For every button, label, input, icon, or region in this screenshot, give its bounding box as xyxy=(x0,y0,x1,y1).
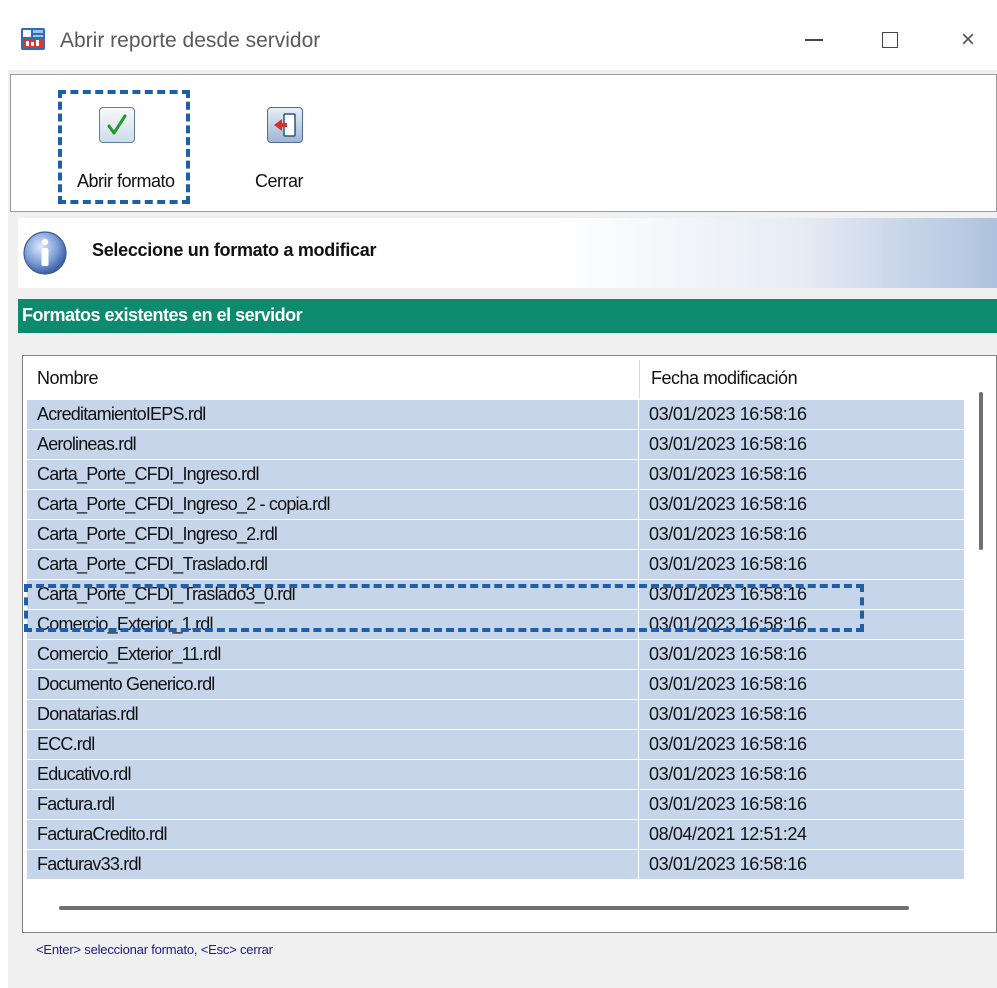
cell-divider xyxy=(638,580,639,609)
file-name: ECC.rdl xyxy=(37,734,95,754)
cell-divider xyxy=(638,790,639,819)
cell-divider xyxy=(638,850,639,879)
file-name: Documento Generico.rdl xyxy=(37,674,215,694)
close-window-button[interactable]: × xyxy=(944,22,992,58)
title-bar[interactable]: Abrir reporte desde servidor × xyxy=(8,8,997,70)
file-name: Carta_Porte_CFDI_Traslado.rdl xyxy=(37,554,268,574)
section-title: Formatos existentes en el servidor xyxy=(22,305,303,325)
table-row[interactable]: Carta_Porte_CFDI_Traslado3_0.rdl 03/01/2… xyxy=(27,580,964,609)
cell-divider xyxy=(638,700,639,729)
modified-date: 03/01/2023 16:58:16 xyxy=(649,554,807,574)
maximize-button[interactable] xyxy=(866,22,914,58)
table-row[interactable]: Factura.rdl 03/01/2023 16:58:16 xyxy=(27,790,964,819)
table-row[interactable]: Facturav33.rdl 03/01/2023 16:58:16 xyxy=(27,850,964,879)
close-label: Cerrar xyxy=(255,171,304,191)
table-row[interactable]: Aerolineas.rdl 03/01/2023 16:58:16 xyxy=(27,430,964,459)
file-name: AcreditamientoIEPS.rdl xyxy=(37,404,206,424)
modified-date: 03/01/2023 16:58:16 xyxy=(649,764,807,784)
modified-date: 08/04/2021 12:51:24 xyxy=(649,824,807,844)
cell-divider xyxy=(638,550,639,579)
cell-divider xyxy=(638,610,639,639)
close-button[interactable]: Cerrar xyxy=(217,75,327,211)
file-name: Donatarias.rdl xyxy=(37,704,139,724)
exit-door-icon xyxy=(267,107,303,143)
cell-divider xyxy=(638,820,639,849)
cell-divider xyxy=(638,640,639,669)
table-row[interactable]: Carta_Porte_CFDI_Traslado.rdl 03/01/2023… xyxy=(27,550,964,579)
table-row[interactable]: Comercio_Exterior_1.rdl 03/01/2023 16:58… xyxy=(27,610,964,639)
minimize-button[interactable] xyxy=(790,22,838,58)
info-icon xyxy=(23,231,67,275)
modified-date: 03/01/2023 16:58:16 xyxy=(649,434,807,454)
table-row[interactable]: Carta_Porte_CFDI_Ingreso.rdl 03/01/2023 … xyxy=(27,460,964,489)
keyboard-hint: <Enter> seleccionar formato, <Esc> cerra… xyxy=(36,942,273,957)
info-banner: Seleccione un formato a modificar xyxy=(18,218,997,288)
file-name: Carta_Porte_CFDI_Ingreso.rdl xyxy=(37,464,260,484)
modified-date: 03/01/2023 16:58:16 xyxy=(649,704,807,724)
cell-divider xyxy=(638,520,639,549)
table-row[interactable]: Educativo.rdl 03/01/2023 16:58:16 xyxy=(27,760,964,789)
cell-divider xyxy=(638,460,639,489)
app-report-icon xyxy=(21,28,45,50)
table-row[interactable]: Documento Generico.rdl 03/01/2023 16:58:… xyxy=(27,670,964,699)
file-name: Carta_Porte_CFDI_Ingreso_2 - copia.rdl xyxy=(37,494,331,514)
modified-date: 03/01/2023 16:58:16 xyxy=(649,614,807,634)
formats-list[interactable]: Nombre Fecha modificación Acreditamiento… xyxy=(22,355,997,933)
cell-divider xyxy=(638,490,639,519)
cell-divider xyxy=(638,670,639,699)
file-name: Comercio_Exterior_11.rdl xyxy=(37,644,221,664)
maximize-icon xyxy=(882,32,898,48)
section-header: Formatos existentes en el servidor xyxy=(18,299,997,333)
horizontal-scrollbar[interactable] xyxy=(59,906,909,910)
table-row[interactable]: ECC.rdl 03/01/2023 16:58:16 xyxy=(27,730,964,759)
cell-divider xyxy=(638,730,639,759)
file-name: Facturav33.rdl xyxy=(37,854,142,874)
toolbar: Abrir formato Cerrar xyxy=(10,74,997,212)
file-name: Aerolineas.rdl xyxy=(37,434,137,454)
modified-date: 03/01/2023 16:58:16 xyxy=(649,854,807,874)
file-name: Educativo.rdl xyxy=(37,764,131,784)
table-row[interactable]: AcreditamientoIEPS.rdl 03/01/2023 16:58:… xyxy=(27,400,964,429)
cell-divider xyxy=(638,400,639,429)
modified-date: 03/01/2023 16:58:16 xyxy=(649,404,807,424)
modified-date: 03/01/2023 16:58:16 xyxy=(649,644,807,664)
table-row[interactable]: FacturaCredito.rdl 08/04/2021 12:51:24 xyxy=(27,820,964,849)
file-name: Carta_Porte_CFDI_Ingreso_2.rdl xyxy=(37,524,278,544)
modified-date: 03/01/2023 16:58:16 xyxy=(649,674,807,694)
vertical-scrollbar[interactable] xyxy=(979,392,983,550)
file-name: Carta_Porte_CFDI_Traslado3_0.rdl xyxy=(37,584,296,604)
table-row[interactable]: Donatarias.rdl 03/01/2023 16:58:16 xyxy=(27,700,964,729)
info-message: Seleccione un formato a modificar xyxy=(92,240,377,260)
file-name: Comercio_Exterior_1.rdl xyxy=(37,614,213,634)
table-row[interactable]: Carta_Porte_CFDI_Ingreso_2 - copia.rdl 0… xyxy=(27,490,964,519)
file-name: FacturaCredito.rdl xyxy=(37,824,167,844)
open-format-label: Abrir formato xyxy=(77,171,175,191)
modified-date: 03/01/2023 16:58:16 xyxy=(649,734,807,754)
check-icon xyxy=(99,107,135,143)
modified-date: 03/01/2023 16:58:16 xyxy=(649,524,807,544)
column-header-date[interactable]: Fecha modificación xyxy=(651,368,798,389)
modified-date: 03/01/2023 16:58:16 xyxy=(649,584,807,604)
table-row[interactable]: Carta_Porte_CFDI_Ingreso_2.rdl 03/01/202… xyxy=(27,520,964,549)
column-divider[interactable] xyxy=(639,360,640,398)
open-format-button[interactable]: Abrir formato xyxy=(55,75,195,211)
modified-date: 03/01/2023 16:58:16 xyxy=(649,464,807,484)
cell-divider xyxy=(638,430,639,459)
cell-divider xyxy=(638,760,639,789)
file-name: Factura.rdl xyxy=(37,794,115,814)
minimize-icon xyxy=(805,39,823,41)
modified-date: 03/01/2023 16:58:16 xyxy=(649,794,807,814)
table-row[interactable]: Comercio_Exterior_11.rdl 03/01/2023 16:5… xyxy=(27,640,964,669)
close-icon: × xyxy=(960,26,975,53)
dialog-window: Abrir reporte desde servidor × Abrir for… xyxy=(8,8,997,988)
modified-date: 03/01/2023 16:58:16 xyxy=(649,494,807,514)
list-header: Nombre Fecha modificación xyxy=(23,356,983,400)
window-title: Abrir reporte desde servidor xyxy=(60,29,321,52)
column-header-name[interactable]: Nombre xyxy=(37,368,99,389)
